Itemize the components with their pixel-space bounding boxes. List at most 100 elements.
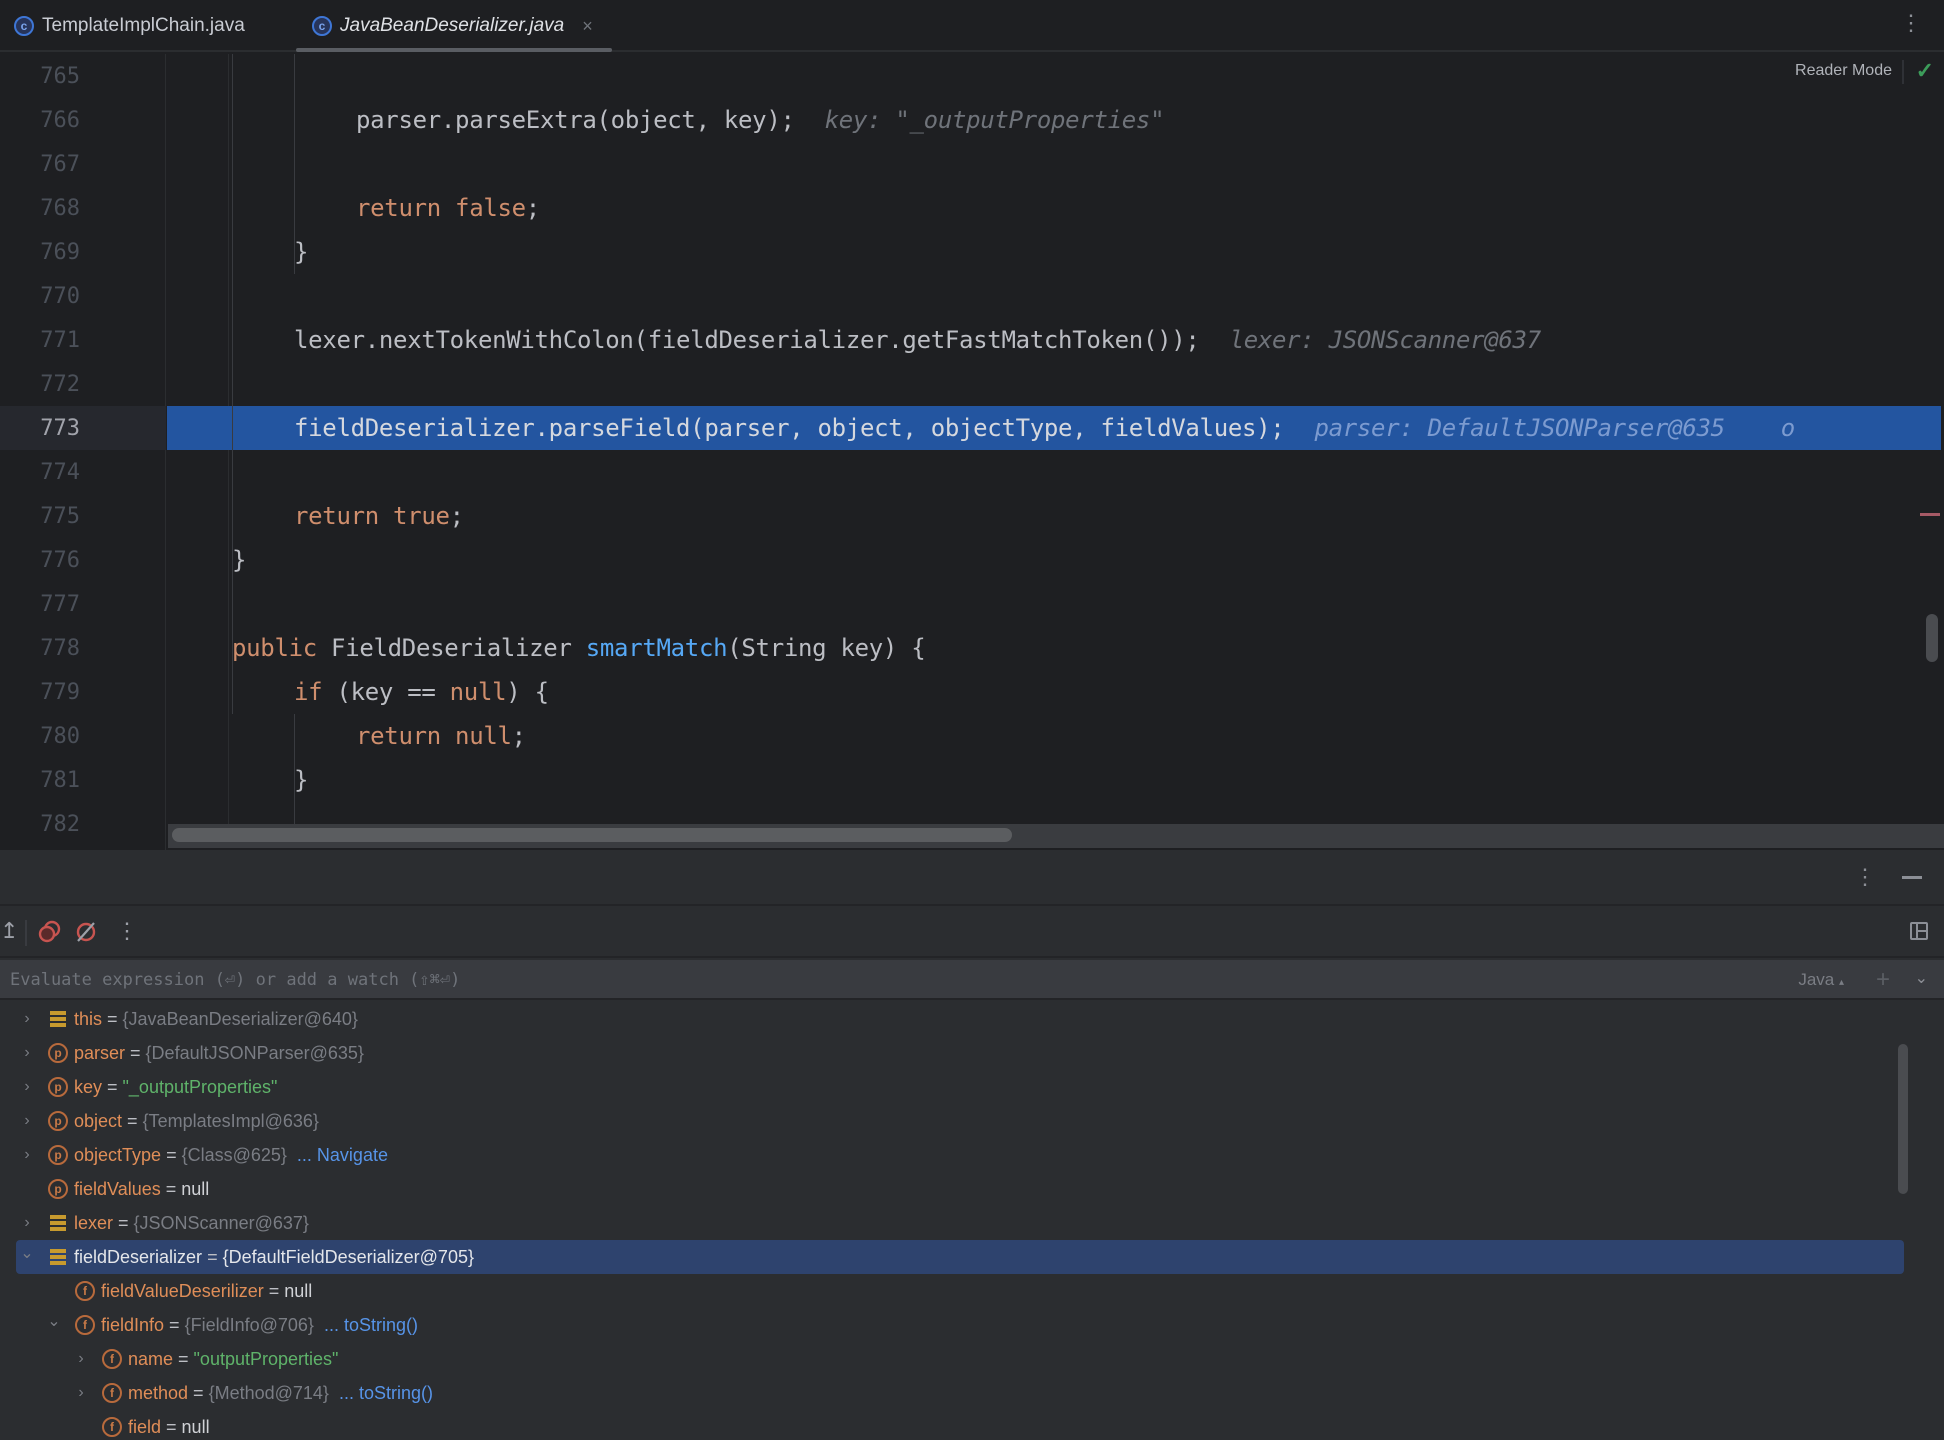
layout-icon[interactable] <box>1910 922 1928 940</box>
code-line[interactable]: 767 <box>0 142 1944 186</box>
more-options-icon[interactable]: ⋮ <box>1854 864 1876 890</box>
error-stripe-marker[interactable] <box>1920 513 1940 516</box>
code-line[interactable]: 777 <box>0 582 1944 626</box>
code-segment: (key == <box>322 678 450 706</box>
code-line[interactable]: 773 fieldDeserializer.parseField(parser, … <box>0 406 1944 450</box>
code-line[interactable]: 779 if (key == null) { <box>0 670 1944 714</box>
line-number[interactable]: 779 <box>0 680 80 705</box>
chevron-right-icon[interactable]: › <box>74 1384 88 1402</box>
variable-action-link[interactable]: ... Navigate <box>297 1145 388 1165</box>
step-out-icon[interactable]: ↥ <box>0 920 18 942</box>
horizontal-scrollbar[interactable] <box>168 824 1944 848</box>
tab-templateimplchain[interactable]: c TemplateImplChain.java <box>14 0 245 52</box>
line-number[interactable]: 771 <box>0 328 80 353</box>
code-line[interactable]: 765 <box>0 54 1944 98</box>
line-number[interactable]: 782 <box>0 812 80 837</box>
line-number[interactable]: 766 <box>0 108 80 133</box>
line-number[interactable]: 778 <box>0 636 80 661</box>
tab-label: TemplateImplChain.java <box>42 15 245 36</box>
debug-panel: ⋮ ↥ ⋮ Java ▴ + ⌄ › this = {JavaBeanDeseri… <box>0 850 1944 1440</box>
variable-text: fieldInfo = {FieldInfo@706} ... toString(… <box>101 1315 418 1336</box>
variables-scrollbar[interactable] <box>1898 1044 1908 1194</box>
add-watch-icon[interactable]: + <box>1876 966 1890 994</box>
variable-row[interactable]: › p objectType = {Class@625} ... Navigate <box>0 1138 1920 1172</box>
chevron-down-icon[interactable]: ⌄ <box>47 1311 61 1331</box>
code-line[interactable]: 780 return null; <box>0 714 1944 758</box>
code-line[interactable]: 781} <box>0 758 1944 802</box>
variable-row[interactable]: p fieldValues = null <box>0 1172 1920 1206</box>
code-line[interactable]: 775 return true; <box>0 494 1944 538</box>
line-number[interactable]: 768 <box>0 196 80 221</box>
line-number[interactable]: 780 <box>0 724 80 749</box>
variables-scrollbar-track[interactable] <box>1912 1002 1920 1440</box>
language-selector[interactable]: Java ▴ <box>1798 970 1844 990</box>
line-number[interactable]: 770 <box>0 284 80 309</box>
line-number[interactable]: 767 <box>0 152 80 177</box>
reader-mode-toggle[interactable]: Reader Mode <box>1795 62 1892 80</box>
line-number[interactable]: 775 <box>0 504 80 529</box>
code-text: lexer.nextTokenWithColon(fieldDeserializ… <box>294 326 1541 354</box>
variable-action-link[interactable]: ... toString() <box>324 1315 418 1335</box>
view-breakpoints-icon[interactable] <box>38 920 62 948</box>
code-line[interactable]: 770 <box>0 274 1944 318</box>
variable-value: {Class@625} <box>181 1144 287 1165</box>
variable-name: fieldValues <box>74 1178 161 1199</box>
variable-row[interactable]: ⌄ fieldDeserializer = {DefaultFieldDeseri… <box>0 1240 1920 1274</box>
chevron-down-icon[interactable]: ⌄ <box>1915 968 1928 988</box>
code-line[interactable]: 768 return false; <box>0 186 1944 230</box>
variable-row[interactable]: f field = null <box>0 1410 1920 1440</box>
chevron-right-icon[interactable]: › <box>74 1350 88 1368</box>
code-line[interactable]: 769} <box>0 230 1944 274</box>
check-icon[interactable]: ✓ <box>1916 58 1934 84</box>
code-segment: fieldDeserializer.parseField(parser, obj… <box>294 414 1285 442</box>
chevron-down-icon[interactable]: ⌄ <box>20 1243 34 1263</box>
variable-row[interactable]: › p key = "_outputProperties" <box>0 1070 1920 1104</box>
variable-text: object = {TemplatesImpl@636} <box>74 1111 319 1132</box>
variable-row[interactable]: ⌄ f fieldInfo = {FieldInfo@706} ... toStrin… <box>0 1308 1920 1342</box>
code-line[interactable]: 771 lexer.nextTokenWithColon(fieldDeseria… <box>0 318 1944 362</box>
mute-breakpoints-icon[interactable] <box>74 920 98 948</box>
variable-row[interactable]: › p object = {TemplatesImpl@636} <box>0 1104 1920 1138</box>
variable-action-link[interactable]: ... toString() <box>339 1383 433 1403</box>
vertical-scrollbar[interactable] <box>1926 614 1938 662</box>
chevron-right-icon[interactable]: › <box>20 1112 34 1130</box>
tab-javabeandeserializer[interactable]: c JavaBeanDeserializer.java × <box>312 0 593 52</box>
chevron-right-icon[interactable]: › <box>20 1044 34 1062</box>
variable-row[interactable]: › this = {JavaBeanDeserializer@640} <box>0 1002 1920 1036</box>
variable-name: parser <box>74 1042 126 1063</box>
keyword: if <box>294 678 323 706</box>
chevron-right-icon[interactable]: › <box>20 1214 34 1232</box>
chevron-right-icon[interactable]: › <box>20 1078 34 1096</box>
line-number[interactable]: 769 <box>0 240 80 265</box>
chevron-right-icon[interactable]: › <box>20 1010 34 1028</box>
line-number[interactable]: 781 <box>0 768 80 793</box>
close-tab-icon[interactable]: × <box>582 16 593 37</box>
code-line[interactable]: 772 <box>0 362 1944 406</box>
variable-row[interactable]: › p parser = {DefaultJSONParser@635} <box>0 1036 1920 1070</box>
keyword: null <box>449 678 507 706</box>
more-options-icon[interactable]: ⋮ <box>116 920 138 942</box>
code-segment: } <box>294 238 309 266</box>
evaluate-expression-input[interactable] <box>10 960 1710 1000</box>
variable-row[interactable]: › lexer = {JSONScanner@637} <box>0 1206 1920 1240</box>
line-number[interactable]: 765 <box>0 64 80 89</box>
variable-text: field = null <box>128 1417 210 1438</box>
line-number[interactable]: 776 <box>0 548 80 573</box>
code-segment: (String key) { <box>727 634 926 662</box>
variable-row[interactable]: › f name = "outputProperties" <box>0 1342 1920 1376</box>
code-line[interactable]: 774 <box>0 450 1944 494</box>
code-line[interactable]: 776} <box>0 538 1944 582</box>
code-line[interactable]: 778 public FieldDeserializer smartMatch(S… <box>0 626 1944 670</box>
more-options-icon[interactable]: ⋮ <box>1900 12 1922 34</box>
code-editor[interactable]: 765 766 parser.parseExtra(object, key); key… <box>0 54 1944 850</box>
line-number[interactable]: 774 <box>0 460 80 485</box>
line-number[interactable]: 773 <box>0 416 80 441</box>
line-number[interactable]: 777 <box>0 592 80 617</box>
chevron-right-icon[interactable]: › <box>20 1146 34 1164</box>
code-line[interactable]: 766 parser.parseExtra(object, key); key: "… <box>0 98 1944 142</box>
minimize-icon[interactable] <box>1902 876 1922 879</box>
variable-row[interactable]: › f method = {Method@714} ... toString() <box>0 1376 1920 1410</box>
horizontal-scrollbar-thumb[interactable] <box>172 828 1012 842</box>
line-number[interactable]: 772 <box>0 372 80 397</box>
variable-row[interactable]: f fieldValueDeserilizer = null <box>0 1274 1920 1308</box>
